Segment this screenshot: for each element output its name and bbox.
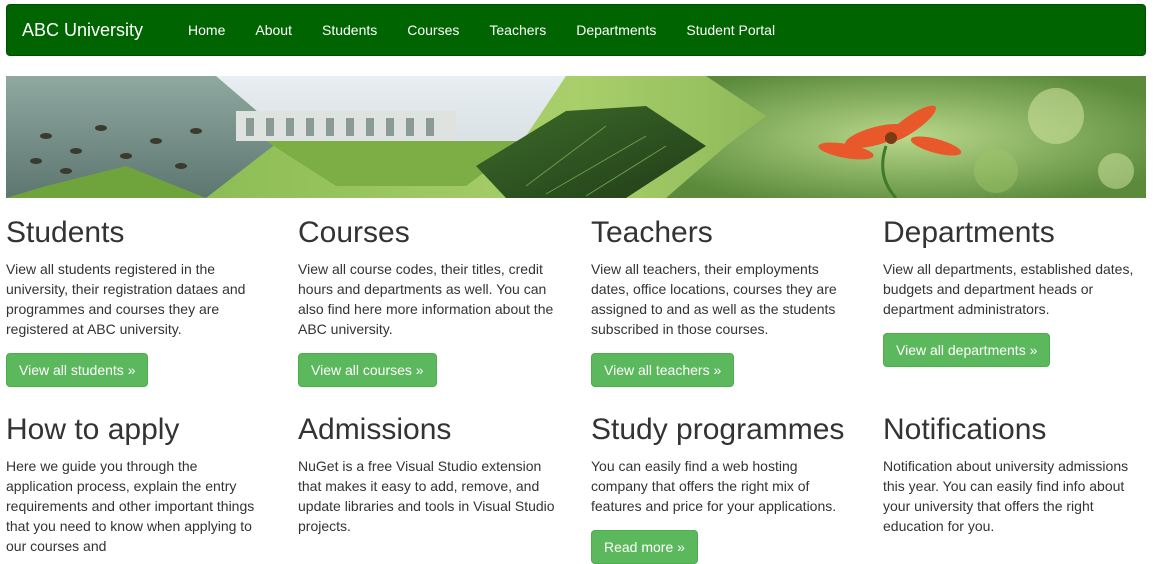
section-study-programmes: Study programmes You can easily find a w… xyxy=(591,413,853,564)
nav-home[interactable]: Home xyxy=(173,22,240,38)
read-more-button[interactable]: Read more » xyxy=(591,530,698,564)
nav-student-portal[interactable]: Student Portal xyxy=(671,22,790,38)
section-description: You can easily find a web hosting compan… xyxy=(591,458,837,514)
section-description: View all course codes, their titles, cre… xyxy=(298,261,554,337)
nav-courses[interactable]: Courses xyxy=(392,22,474,38)
view-all-courses-button[interactable]: View all courses » xyxy=(298,353,437,387)
section-description: Notification about university admissions… xyxy=(883,458,1129,534)
section-description: Here we guide you through the applicatio… xyxy=(6,458,255,554)
section-title: How to apply xyxy=(6,413,180,446)
nav-teachers[interactable]: Teachers xyxy=(474,22,561,38)
hero-banner-image xyxy=(6,76,1146,198)
brand-link[interactable]: ABC University xyxy=(7,20,143,41)
section-departments: Departments View all departments, establ… xyxy=(883,216,1138,367)
section-title: Teachers xyxy=(591,216,713,249)
section-how-to-apply: How to apply Here we guide you through t… xyxy=(6,413,268,556)
section-notifications: Notifications Notification about univers… xyxy=(883,413,1138,536)
view-all-departments-button[interactable]: View all departments » xyxy=(883,333,1051,367)
nav-about[interactable]: About xyxy=(240,22,307,38)
section-admissions: Admissions NuGet is a free Visual Studio… xyxy=(298,413,560,536)
section-description: View all teachers, their employments dat… xyxy=(591,261,837,337)
section-title: Students xyxy=(6,216,125,249)
section-description: View all departments, established dates,… xyxy=(883,261,1134,317)
section-description: NuGet is a free Visual Studio extension … xyxy=(298,458,555,534)
section-title: Admissions xyxy=(298,413,452,446)
top-navbar: ABC University Home About Students Cours… xyxy=(6,4,1146,56)
nav-departments[interactable]: Departments xyxy=(561,22,671,38)
section-title: Notifications xyxy=(883,413,1047,446)
section-description: View all students registered in the univ… xyxy=(6,261,246,337)
section-title: Study programmes xyxy=(591,413,845,446)
section-courses: Courses View all course codes, their tit… xyxy=(298,216,560,387)
view-all-teachers-button[interactable]: View all teachers » xyxy=(591,353,735,387)
section-teachers: Teachers View all teachers, their employ… xyxy=(591,216,853,387)
view-all-students-button[interactable]: View all students » xyxy=(6,353,149,387)
section-title: Courses xyxy=(298,216,410,249)
nav-students[interactable]: Students xyxy=(307,22,392,38)
section-title: Departments xyxy=(883,216,1055,249)
section-students: Students View all students registered in… xyxy=(6,216,268,387)
